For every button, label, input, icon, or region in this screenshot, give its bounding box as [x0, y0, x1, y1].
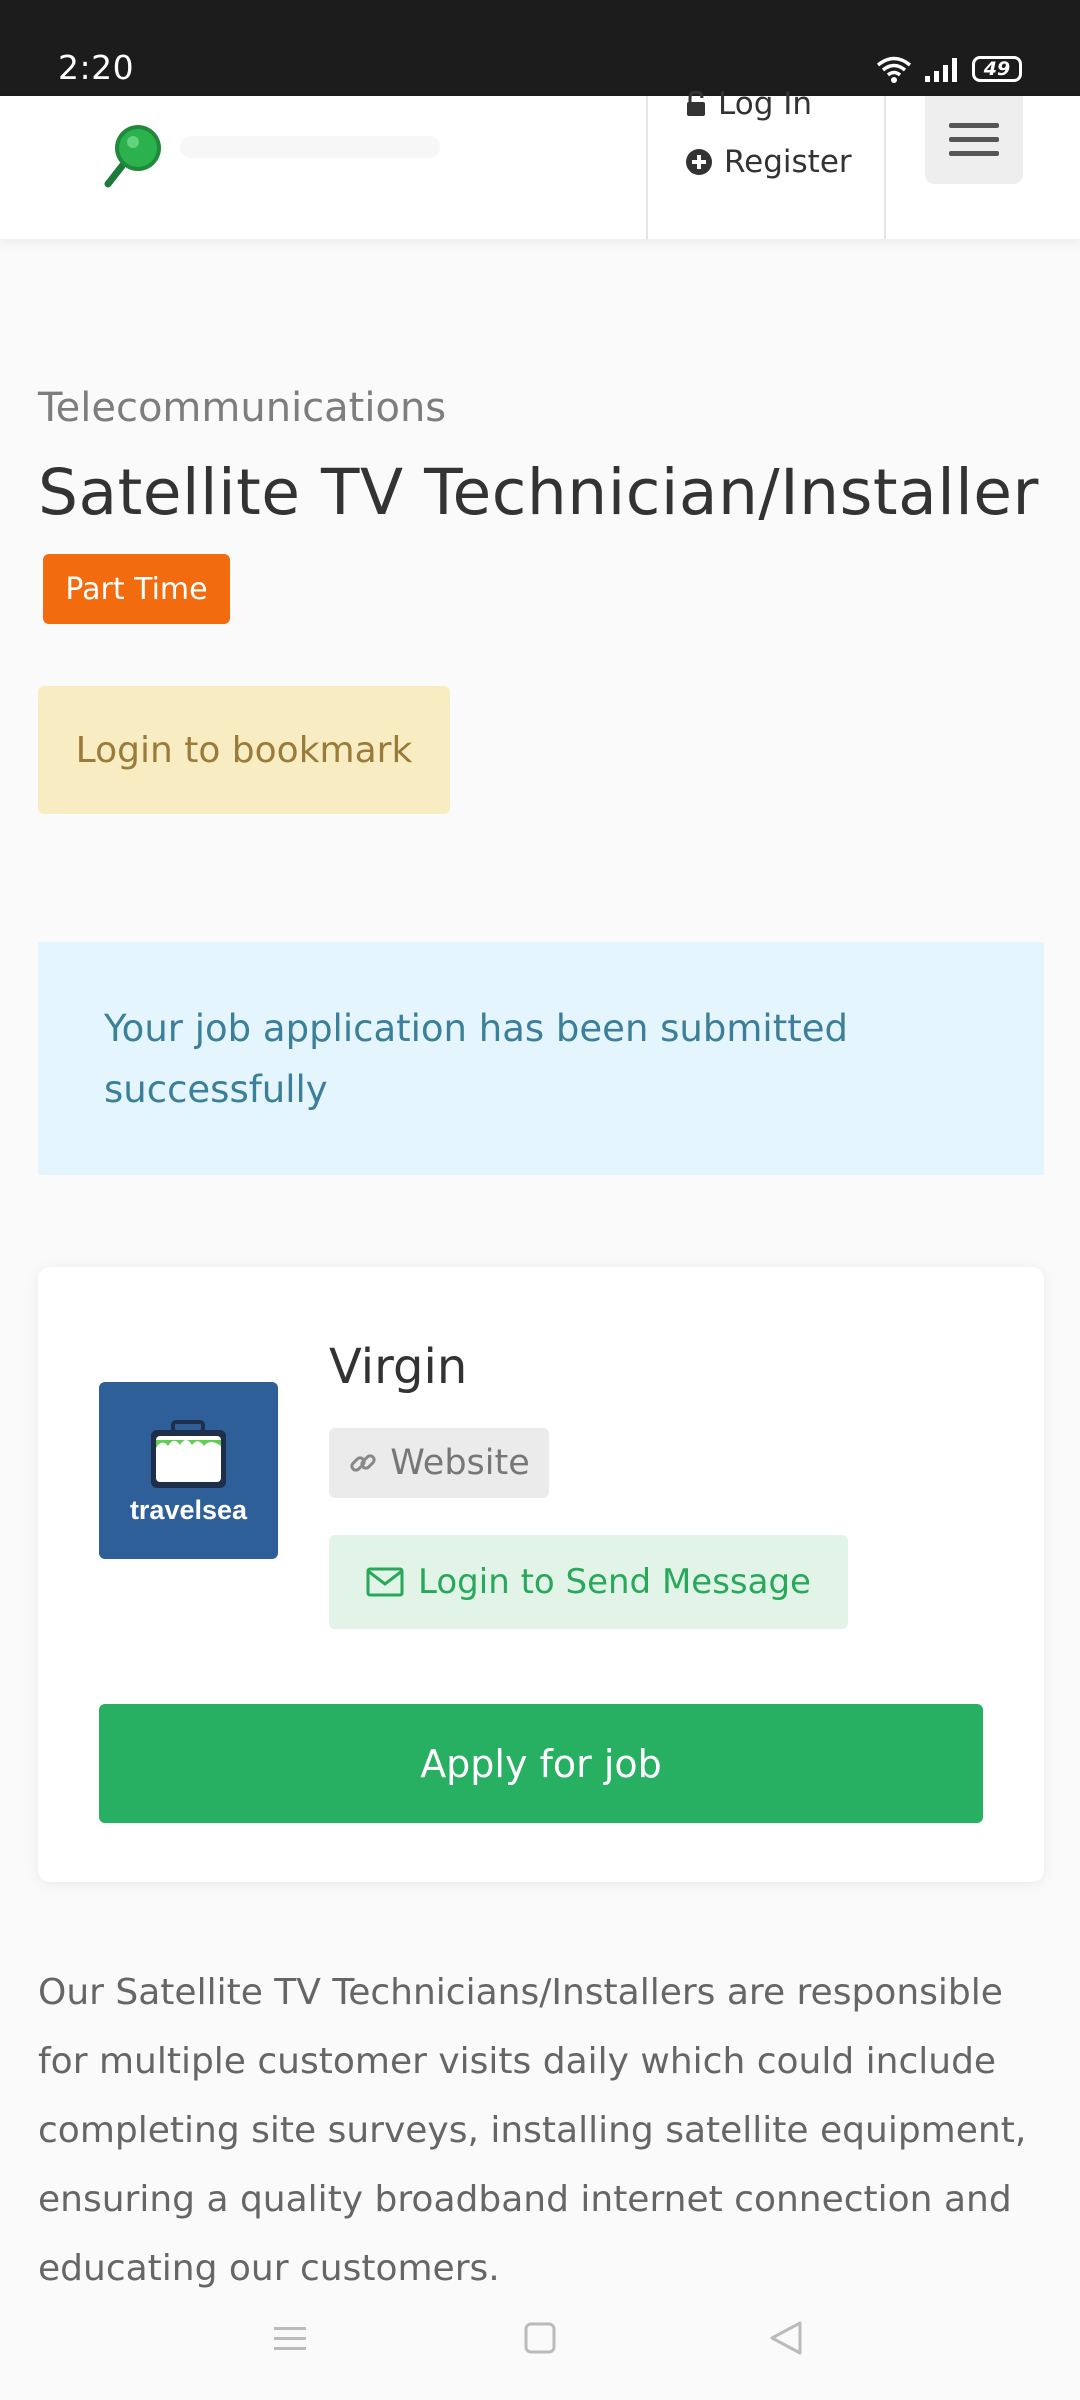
- send-message-button[interactable]: Login to Send Message: [329, 1535, 848, 1629]
- back-icon[interactable]: [768, 2320, 804, 2356]
- status-icons: 49: [876, 52, 1022, 86]
- website-button[interactable]: Website: [329, 1428, 549, 1498]
- success-alert: Your job application has been submitted …: [38, 942, 1044, 1175]
- site-logo-icon[interactable]: [100, 118, 170, 188]
- lock-icon: [687, 91, 705, 116]
- site-logo-wordmark: [180, 136, 440, 158]
- signal-icon: [925, 58, 957, 82]
- company-card: travelsea Virgin Website Login to Send M…: [38, 1267, 1044, 1882]
- login-link[interactable]: Log In: [686, 86, 812, 122]
- website-label: Website: [390, 1443, 530, 1483]
- recent-apps-icon[interactable]: [272, 2320, 308, 2356]
- job-title: Satellite TV Technician/Installer: [38, 456, 1039, 529]
- menu-button[interactable]: [925, 96, 1023, 184]
- status-time: 2:20: [58, 48, 135, 87]
- home-icon[interactable]: [523, 2320, 557, 2356]
- bookmark-button[interactable]: Login to bookmark: [38, 686, 450, 814]
- job-category: Telecommunications: [38, 385, 447, 431]
- job-type-badge: Part Time: [43, 554, 230, 624]
- auth-links: Log In Register: [646, 86, 886, 239]
- suitcase-icon: [151, 1420, 226, 1488]
- register-link[interactable]: Register: [686, 144, 852, 180]
- job-description: Our Satellite TV Technicians/Installers …: [38, 1972, 1027, 2288]
- company-logo-text: travelsea: [129, 1495, 248, 1525]
- plus-circle-icon: [686, 149, 712, 175]
- apply-button[interactable]: Apply for job: [99, 1704, 983, 1823]
- wifi-icon: [876, 56, 912, 83]
- site-header: Log In Register: [0, 86, 1080, 239]
- envelope-icon: [366, 1567, 404, 1597]
- link-icon: [350, 1454, 376, 1472]
- alert-message: Your job application has been submitted …: [104, 1007, 848, 1111]
- battery-icon: 49: [972, 56, 1022, 82]
- company-name: Virgin: [329, 1339, 468, 1395]
- hamburger-icon: [949, 123, 999, 156]
- login-label: Log In: [718, 86, 813, 122]
- system-nav-bar: [0, 2290, 1080, 2400]
- register-label: Register: [724, 144, 852, 180]
- send-message-label: Login to Send Message: [418, 1562, 811, 1602]
- status-bar: 2:20 49: [0, 0, 1080, 96]
- battery-level: 49: [983, 58, 1011, 80]
- company-logo[interactable]: travelsea: [99, 1382, 278, 1559]
